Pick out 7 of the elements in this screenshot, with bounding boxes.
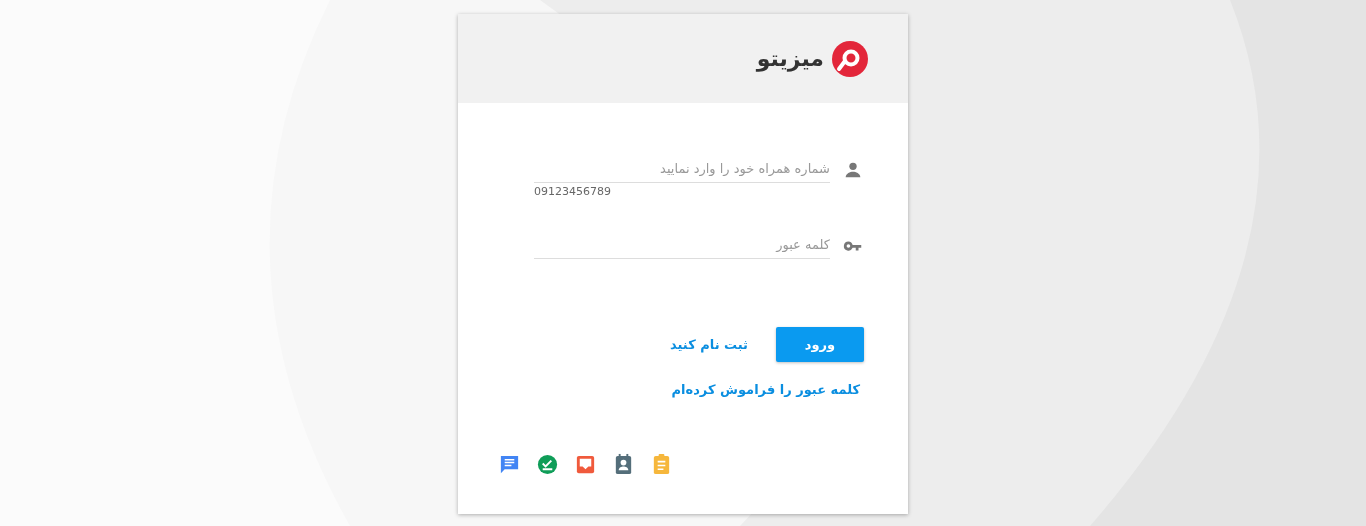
input-field[interactable]: کلمه عبور	[534, 233, 830, 259]
input-field[interactable]: شماره همراه خود را وارد نمایید	[534, 157, 830, 183]
register-link[interactable]: ثبت نام کنید	[670, 337, 748, 352]
brand-name: میزیتو	[756, 46, 824, 71]
hint-text: 09123456789	[534, 185, 611, 198]
forgot-password-link[interactable]: کلمه عبور را فراموش کرده‌ام	[534, 382, 860, 397]
login-button[interactable]: ورود	[776, 327, 864, 362]
